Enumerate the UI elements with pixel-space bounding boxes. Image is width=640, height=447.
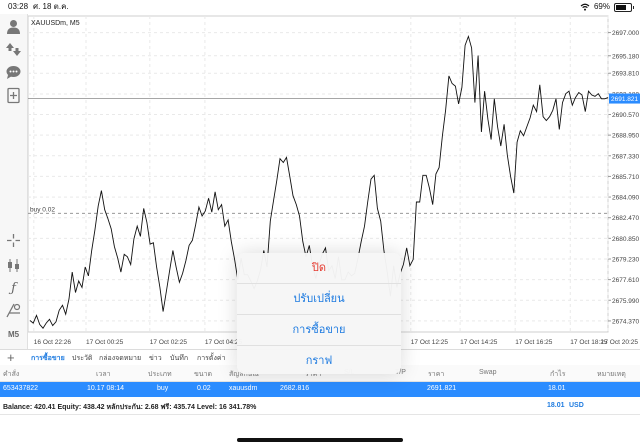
- table-row[interactable]: 653437822 10.17 08:14 buy 0.02 xauusdm 2…: [0, 382, 640, 397]
- y-tick-label: 2695.180: [612, 53, 639, 60]
- trade-arrows-icon[interactable]: [5, 41, 22, 58]
- cell-type: buy: [157, 385, 169, 392]
- battery-percent: 69%: [593, 2, 610, 11]
- x-tick-label: 17 Oct 02:25: [150, 339, 188, 346]
- y-tick-label: 2693.810: [612, 71, 639, 78]
- new-order-icon[interactable]: [5, 87, 22, 104]
- y-tick-label: 2677.610: [612, 277, 639, 284]
- status-date: ศ. 18 ต.ค.: [33, 2, 69, 11]
- x-tick-label: 17 Oct 20:25: [601, 339, 639, 346]
- col-swap: Swap: [479, 369, 497, 376]
- cell-price: 2682.816: [280, 385, 310, 392]
- tab-news[interactable]: ข่าว: [149, 353, 162, 364]
- col-volume: ขนาด: [194, 371, 213, 378]
- y-tick-label: 2679.230: [612, 256, 639, 263]
- function-icon[interactable]: ƒ: [5, 280, 22, 297]
- tab-history[interactable]: ประวัติ: [72, 353, 92, 364]
- symbol-label: XAUUSDm, M5: [31, 20, 80, 27]
- y-tick-label: 2685.710: [612, 174, 639, 181]
- x-tick-label: 17 Oct 00:25: [86, 339, 124, 346]
- balance-currency: USD: [569, 402, 584, 409]
- add-icon[interactable]: +: [7, 350, 15, 366]
- candlestick-icon[interactable]: [5, 257, 22, 274]
- menu-item-trade[interactable]: การซื้อขาย: [237, 315, 401, 346]
- y-tick-label: 2697.000: [612, 30, 639, 37]
- x-tick-label: 17 Oct 16:25: [515, 339, 553, 346]
- status-right: 69%: [580, 0, 634, 14]
- battery-fill: [616, 4, 626, 10]
- col-order: คำสั่ง: [3, 371, 20, 378]
- cell-order: 653437822: [3, 385, 39, 392]
- col-profit: กำไร: [550, 371, 566, 378]
- menu-item-chart[interactable]: กราฟ: [237, 346, 401, 374]
- y-tick-label: 2690.570: [612, 112, 639, 119]
- current-price-label: 2691.821: [611, 96, 638, 103]
- menu-item-modify[interactable]: ปรับเปลี่ยน: [237, 284, 401, 315]
- buy-level-label: buy 0.02: [30, 206, 55, 213]
- crosshair-icon[interactable]: [5, 232, 22, 249]
- status-bar: 03:28 ศ. 18 ต.ค. 69%: [0, 0, 640, 14]
- col-current-price: ราคา: [428, 371, 445, 378]
- x-tick-label: 17 Oct 12:25: [411, 339, 449, 346]
- y-tick-label: 2674.370: [612, 318, 639, 325]
- wifi-icon: [580, 3, 590, 11]
- cell-symbol: xauusdm: [229, 385, 258, 392]
- order-action-menu: ปิด ปรับเปลี่ยน การซื้อขาย กราฟ: [237, 253, 401, 374]
- cell-time: 10.17 08:14: [87, 385, 124, 392]
- status-time: 03:28: [8, 2, 29, 11]
- person-icon[interactable]: [5, 18, 22, 35]
- y-tick-label: 2682.470: [612, 215, 639, 222]
- objects-icon[interactable]: [5, 302, 22, 319]
- battery-icon: [614, 2, 634, 12]
- menu-item-close[interactable]: ปิด: [237, 253, 401, 284]
- col-time: เวลา: [96, 371, 111, 378]
- col-type: ประเภท: [148, 371, 172, 378]
- cell-profit: 18.01: [548, 385, 566, 392]
- col-comment: หมายเหตุ: [597, 371, 626, 378]
- x-tick-label: 16 Oct 22:26: [34, 339, 72, 346]
- y-tick-label: 2687.330: [612, 153, 639, 160]
- y-tick-label: 2688.950: [612, 133, 639, 140]
- tab-settings[interactable]: การตั้งค่า: [197, 353, 226, 364]
- timeframe-icon[interactable]: M5: [5, 326, 22, 343]
- tab-mailbox[interactable]: กล่องจดหมาย: [99, 353, 141, 364]
- cell-volume: 0.02: [197, 385, 211, 392]
- tab-trade[interactable]: การซื้อขาย: [31, 353, 65, 364]
- chat-icon[interactable]: [5, 64, 22, 81]
- y-tick-label: 2684.090: [612, 195, 639, 202]
- y-tick-label: 2680.850: [612, 236, 639, 243]
- balance-profit: 18.01: [547, 402, 565, 409]
- balance-row: Balance: 420.41 Equity: 438.42 หลักประกั…: [0, 397, 640, 415]
- balance-summary: Balance: 420.41 Equity: 438.42 หลักประกั…: [3, 404, 257, 411]
- home-indicator: [237, 438, 403, 442]
- y-tick-label: 2675.990: [612, 298, 639, 305]
- cell-current-price: 2691.821: [427, 385, 457, 392]
- x-tick-label: 17 Oct 14:25: [460, 339, 498, 346]
- tab-journal[interactable]: บันทึก: [170, 353, 188, 364]
- left-toolbar: ƒ M5: [0, 14, 28, 349]
